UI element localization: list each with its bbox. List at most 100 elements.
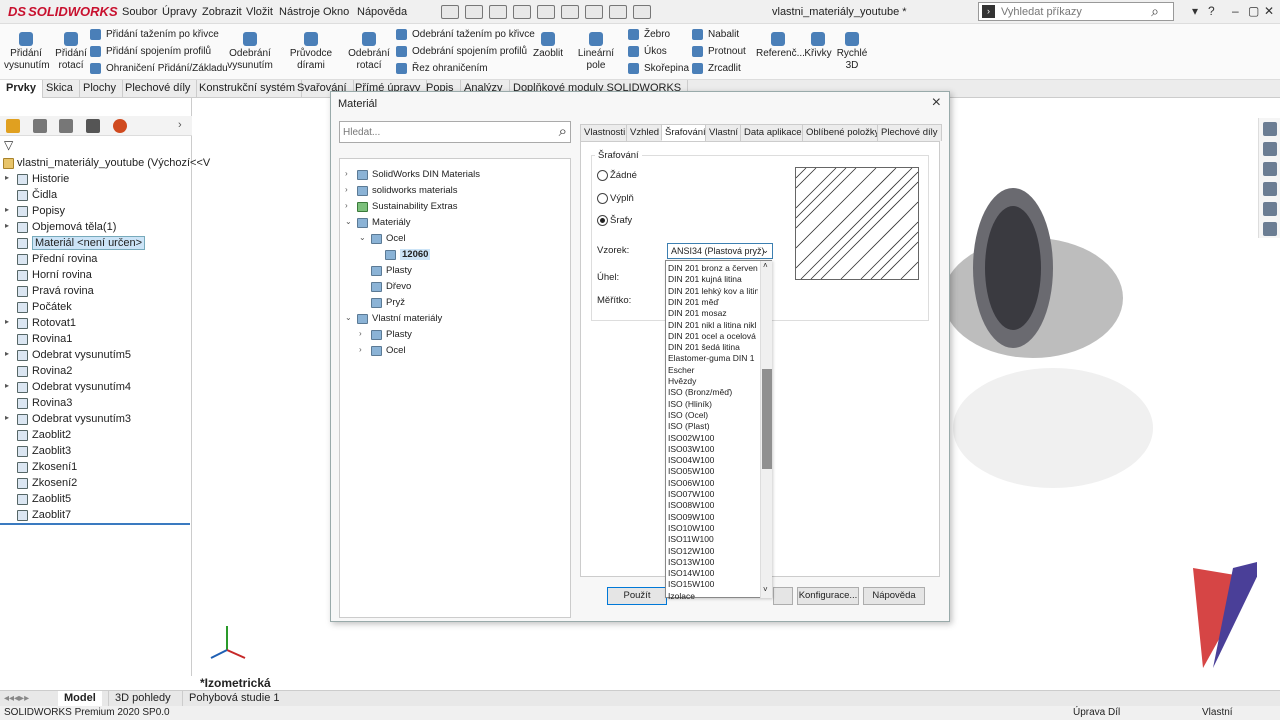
close-icon[interactable]: × — [932, 94, 941, 112]
odebrani-vysunutim-button[interactable]: Odebrání vysunutím — [226, 32, 274, 72]
radio-none[interactable]: Žádné — [597, 170, 637, 181]
nabalit-button[interactable]: Nabalit — [692, 29, 739, 41]
dropdown-scrollbar[interactable]: ˄ ˅ — [760, 261, 772, 598]
pridani-spojenim-button[interactable]: Přidání spojením profilů — [90, 46, 211, 58]
tab-konstrukcni-system[interactable]: Konstrukční systém — [193, 80, 302, 98]
open-icon[interactable] — [489, 5, 507, 19]
dropdown-option[interactable]: DIN 201 nikl a litina nikl — [668, 320, 758, 331]
library-item[interactable]: › SolidWorks DIN Materials — [340, 168, 570, 183]
close-icon[interactable]: ✕ — [1264, 4, 1274, 18]
dropdown-option[interactable]: ISO12W100 — [668, 546, 758, 557]
zebro-button[interactable]: Žebro — [628, 29, 670, 41]
design-library-icon[interactable] — [1263, 142, 1277, 156]
pridani-rotaci-button[interactable]: Přidání rotací — [54, 32, 88, 72]
dropdown-option[interactable]: ISO05W100 — [668, 466, 758, 477]
expand-arrow-icon[interactable]: › — [359, 329, 362, 338]
library-item[interactable]: › solidworks materials — [340, 184, 570, 199]
chevron-down-icon[interactable]: ⌄ — [761, 245, 769, 256]
pattern-select[interactable]: ANSI34 (Plastová pryž) ⌄ — [667, 243, 773, 259]
custom-properties-icon[interactable] — [1263, 222, 1277, 236]
menu-okno[interactable]: Okno — [323, 6, 349, 18]
expand-arrow-icon[interactable]: › — [345, 169, 348, 178]
options-icon[interactable] — [633, 5, 651, 19]
radio-hatch-circle[interactable] — [597, 215, 608, 226]
ukos-button[interactable]: Úkos — [628, 46, 667, 58]
search-icon[interactable]: ⌕ — [559, 123, 567, 140]
dropdown-option[interactable]: ISO13W100 — [668, 557, 758, 568]
apply-button[interactable]: Použít — [607, 587, 667, 605]
scrollbar-thumb[interactable] — [762, 369, 772, 469]
user-icon[interactable]: ▾ — [1192, 4, 1198, 18]
tab-scroll-icon[interactable]: ◂◂◂▸▸ — [4, 693, 29, 704]
undo-icon[interactable] — [561, 5, 579, 19]
expand-arrow-icon[interactable]: ⌄ — [345, 217, 352, 226]
tab-vlastni[interactable]: Vlastní — [705, 124, 743, 141]
dropdown-option[interactable]: ISO (Ocel) — [668, 410, 758, 421]
zrcadlit-button[interactable]: Zrcadlit — [692, 63, 741, 75]
expand-arrow-icon[interactable]: ▸ — [5, 317, 9, 326]
dropdown-option[interactable]: DIN 201 měď — [668, 297, 758, 308]
dropdown-option[interactable]: Hvězdy — [668, 376, 758, 387]
rez-ohranicenim-button[interactable]: Řez ohraničením — [396, 63, 488, 75]
display-manager-icon[interactable] — [113, 119, 127, 133]
radio-none-circle[interactable] — [597, 170, 608, 181]
hidden-button-1[interactable] — [773, 587, 793, 605]
dropdown-option[interactable]: ISO06W100 — [668, 478, 758, 489]
expand-arrow-icon[interactable]: › — [345, 201, 348, 210]
odebrani-rotaci-button[interactable]: Odebrání rotací — [348, 32, 390, 72]
dropdown-option[interactable]: ISO (Bronz/měď) — [668, 387, 758, 398]
dropdown-option[interactable]: Izolace — [668, 591, 758, 602]
expand-arrow-icon[interactable]: ▸ — [5, 221, 9, 230]
dropdown-option[interactable]: DIN 201 ocel a ocelová — [668, 331, 758, 342]
property-manager-icon[interactable] — [33, 119, 47, 133]
library-item[interactable]: Pryž — [340, 296, 570, 311]
tab-srafovani[interactable]: Šrafování — [661, 124, 710, 141]
expand-arrow-icon[interactable]: ▸ — [5, 381, 9, 390]
search-icon[interactable]: ⌕ — [1151, 3, 1159, 20]
dropdown-option[interactable]: ISO04W100 — [668, 455, 758, 466]
appearances-icon[interactable] — [1263, 202, 1277, 216]
radio-hatch[interactable]: Šrafy — [597, 215, 632, 226]
expand-arrow-icon[interactable]: › — [359, 345, 362, 354]
rollback-bar[interactable] — [0, 523, 190, 525]
dropdown-option[interactable]: Elastomer-guma DIN 1 — [668, 353, 758, 364]
library-item[interactable]: ⌄ Ocel — [340, 232, 570, 247]
dropdown-option[interactable]: DIN 201 mosaz — [668, 308, 758, 319]
library-item[interactable]: ⌄ Vlastní materiály — [340, 312, 570, 327]
dropdown-option[interactable]: ISO15W100 — [668, 579, 758, 590]
dimxpert-icon[interactable] — [86, 119, 100, 133]
library-item[interactable]: › Plasty — [340, 328, 570, 343]
tab-oblibene-polozky[interactable]: Oblíbené položky — [802, 124, 884, 141]
new-icon[interactable] — [465, 5, 483, 19]
configuration-manager-icon[interactable] — [59, 119, 73, 133]
tab-plochy[interactable]: Plochy — [77, 80, 124, 98]
dropdown-option[interactable]: ISO14W100 — [668, 568, 758, 579]
resources-icon[interactable] — [1263, 122, 1277, 136]
dropdown-option[interactable]: DIN 201 kujná litina — [668, 274, 758, 285]
dropdown-option[interactable]: ISO03W100 — [668, 444, 758, 455]
skorepina-button[interactable]: Skořepina — [628, 63, 689, 75]
menu-zobrazit[interactable]: Zobrazit — [202, 6, 242, 18]
dropdown-option[interactable]: ISO07W100 — [668, 489, 758, 500]
odebrani-tazenim-button[interactable]: Odebrání tažením po křivce — [396, 29, 535, 41]
dropdown-option[interactable]: ISO02W100 — [668, 433, 758, 444]
dropdown-option[interactable]: DIN 201 lehký kov a litin — [668, 286, 758, 297]
dropdown-option[interactable]: DIN 201 šedá litina — [668, 342, 758, 353]
help-icon[interactable]: ? — [1208, 4, 1215, 18]
menu-napoveda[interactable]: Nápověda — [357, 6, 407, 18]
tab-skica[interactable]: Skica — [40, 80, 80, 98]
expand-arrow-icon[interactable]: › — [345, 185, 348, 194]
tab-data-aplikace[interactable]: Data aplikace — [740, 124, 806, 141]
ohraniceni-button[interactable]: Ohraničení Přidání/Základu — [90, 63, 228, 75]
view-palette-icon[interactable] — [1263, 182, 1277, 196]
linearni-pole-button[interactable]: Lineární pole — [568, 32, 624, 72]
scroll-down-icon[interactable]: ˅ — [763, 585, 768, 594]
menu-soubor[interactable]: Soubor — [122, 6, 157, 18]
dropdown-option[interactable]: ISO10W100 — [668, 523, 758, 534]
part-model[interactable] — [943, 188, 1153, 488]
help-button[interactable]: Nápověda — [863, 587, 925, 605]
dropdown-option[interactable]: ISO11W100 — [668, 534, 758, 545]
save-icon[interactable] — [513, 5, 531, 19]
command-search[interactable]: › Vyhledat příkazy ⌕ — [978, 2, 1174, 21]
pridani-vysunutim-button[interactable]: Přidání vysunutím — [4, 32, 50, 72]
